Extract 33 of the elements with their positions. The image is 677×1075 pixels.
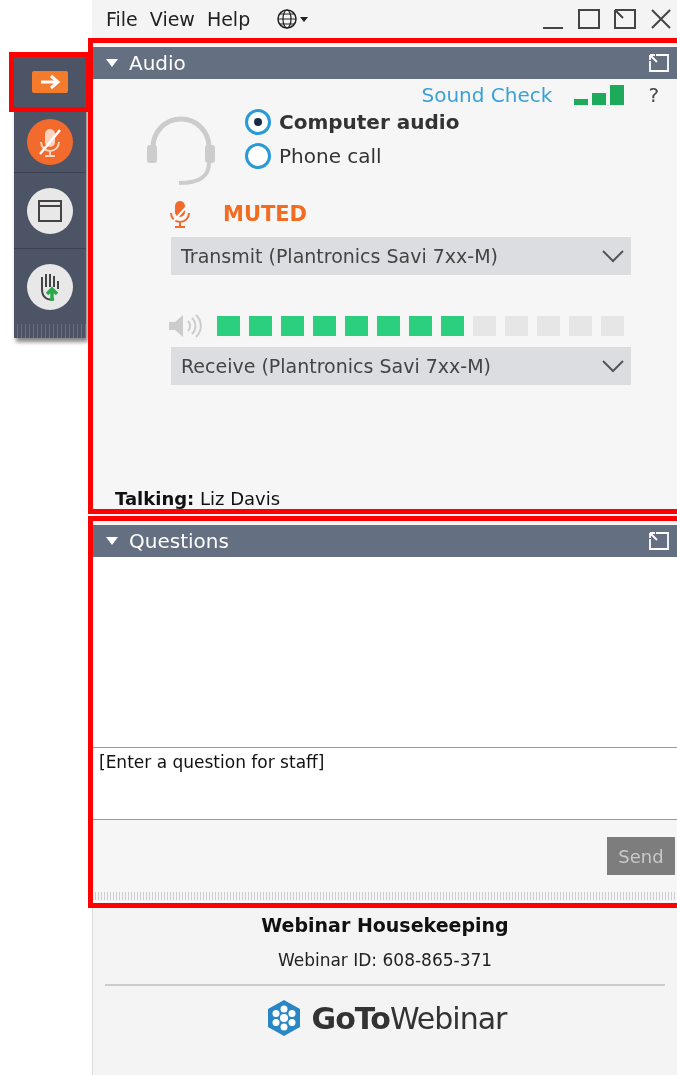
collapse-icon: [105, 536, 119, 546]
resize-grip[interactable]: [14, 324, 86, 338]
radio-option[interactable]: Phone call: [245, 143, 460, 169]
signal-icon: [574, 85, 627, 105]
receive-dropdown[interactable]: Receive (Plantronics Savi 7xx-M): [171, 347, 631, 385]
webinar-title: Webinar Housekeeping: [261, 914, 509, 936]
chevron-down-icon: [601, 359, 625, 373]
collapse-icon: [105, 58, 119, 68]
window-icon: [26, 186, 74, 235]
chevron-down-icon: [601, 249, 625, 263]
logo-text: GoToWebinar: [311, 1000, 507, 1036]
muted-microphone-icon: [26, 118, 74, 166]
radio-option[interactable]: Computer audio: [245, 109, 460, 135]
close-icon[interactable]: [649, 8, 673, 30]
maximize-icon[interactable]: [577, 8, 601, 30]
question-input[interactable]: [Enter a question for staff]: [93, 748, 677, 820]
panel-header[interactable]: Questions: [93, 525, 677, 557]
webinar-id: Webinar ID: 608-865-371: [277, 950, 493, 970]
globe-dropdown-icon[interactable]: [276, 8, 311, 30]
menu-item[interactable]: File: [106, 8, 138, 30]
panel-title: Audio: [129, 51, 186, 75]
muted-status: MUTED: [223, 202, 308, 226]
popout-icon[interactable]: [613, 8, 637, 30]
panel-header[interactable]: Audio: [93, 47, 677, 79]
menu-item[interactable]: View: [149, 8, 195, 30]
resize-grip[interactable]: [93, 892, 677, 900]
hand-icon: [26, 262, 74, 311]
transmit-dropdown[interactable]: Transmit (Plantronics Savi 7xx-M): [171, 237, 631, 275]
speaker-icon: [167, 313, 203, 339]
panel-title: Questions: [129, 529, 229, 553]
talking-status: Talking: Liz Davis: [115, 488, 282, 509]
help-text[interactable]: ?: [648, 83, 659, 107]
menu-item[interactable]: Help: [206, 8, 251, 30]
